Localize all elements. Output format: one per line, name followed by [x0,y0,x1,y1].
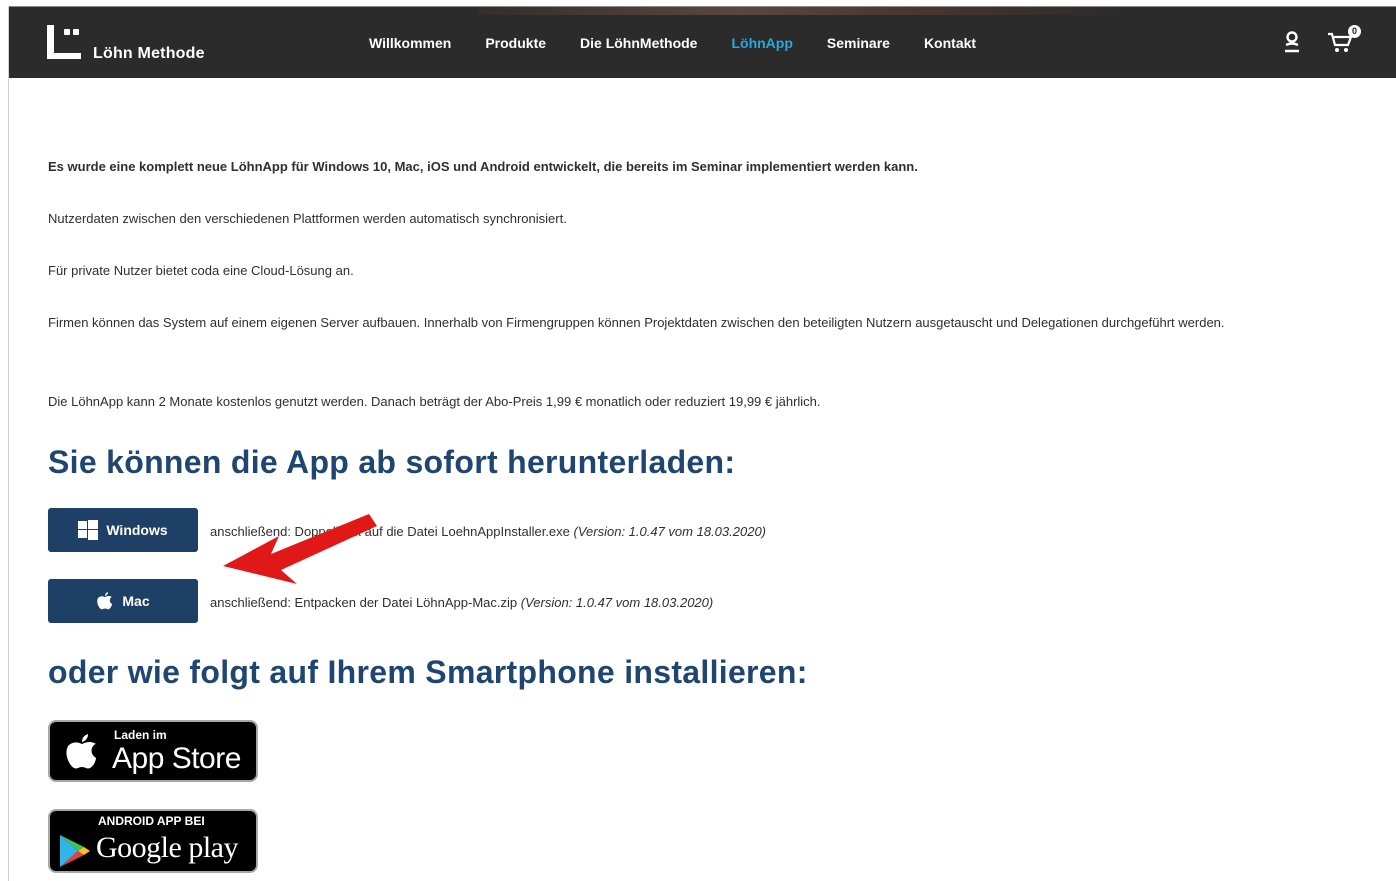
logo-mark [47,25,83,59]
windows-icon [78,520,99,540]
smartphone-heading: oder wie folgt auf Ihrem Smartphone inst… [48,654,808,690]
apple-icon [66,734,96,769]
red-arrow [223,514,377,584]
intro-paragraph: Es wurde eine komplett neue LöhnApp für … [48,159,918,174]
logo-text: Löhn Methode [93,45,205,62]
mac-button-label: Mac [122,593,150,609]
nav-seminare[interactable]: Seminare [827,35,890,51]
nav-willkommen[interactable]: Willkommen [369,35,451,51]
cart-count-badge: 0 [1348,25,1361,38]
company-paragraph: Firmen können das System auf einem eigen… [48,315,1225,330]
main-nav: Willkommen Produkte Die LöhnMethode Löhn… [369,35,976,51]
nav-produkte[interactable]: Produkte [485,35,546,51]
header-icons: 0 [1283,25,1361,53]
app-store-small-text: Laden im [114,728,167,742]
windows-version: (Version: 1.0.47 vom 18.03.2020) [573,524,766,539]
mac-instruction-text: anschließend: Entpacken der Datei LöhnAp… [210,595,518,610]
sync-paragraph: Nutzerdaten zwischen den verschiedenen P… [48,211,567,226]
apple-icon [97,592,113,610]
nav-loehnapp[interactable]: LöhnApp [731,35,792,51]
app-store-big-text: App Store [112,742,241,775]
browser-frame: Löhn Methode Willkommen Produkte Die Löh… [8,6,1396,881]
site-logo[interactable]: Löhn Methode [47,25,205,62]
cloud-paragraph: Für private Nutzer bietet coda eine Clou… [48,263,354,278]
user-icon[interactable] [1283,31,1301,53]
google-play-icon [60,835,90,867]
mac-instruction: anschließend: Entpacken der Datei LöhnAp… [210,595,713,610]
cart-icon[interactable]: 0 [1327,25,1361,53]
app-store-badge[interactable]: Laden im App Store [48,720,258,782]
site-header: Löhn Methode Willkommen Produkte Die Löh… [9,6,1396,78]
mac-version: (Version: 1.0.47 vom 18.03.2020) [520,595,714,610]
nav-kontakt[interactable]: Kontakt [924,35,976,51]
download-heading: Sie können die App ab sofort herunterlad… [48,444,736,480]
google-play-small-text: ANDROID APP BEI [98,814,205,828]
nav-die-loehnmethode[interactable]: Die LöhnMethode [580,35,697,51]
windows-button-label: Windows [106,522,168,538]
windows-download-button[interactable]: Windows [48,508,198,552]
google-play-big-text: Google play [96,831,238,864]
mac-download-button[interactable]: Mac [48,579,198,623]
google-play-badge[interactable]: ANDROID APP BEI Google play [48,809,258,873]
pricing-paragraph: Die LöhnApp kann 2 Monate kostenlos genu… [48,394,821,409]
